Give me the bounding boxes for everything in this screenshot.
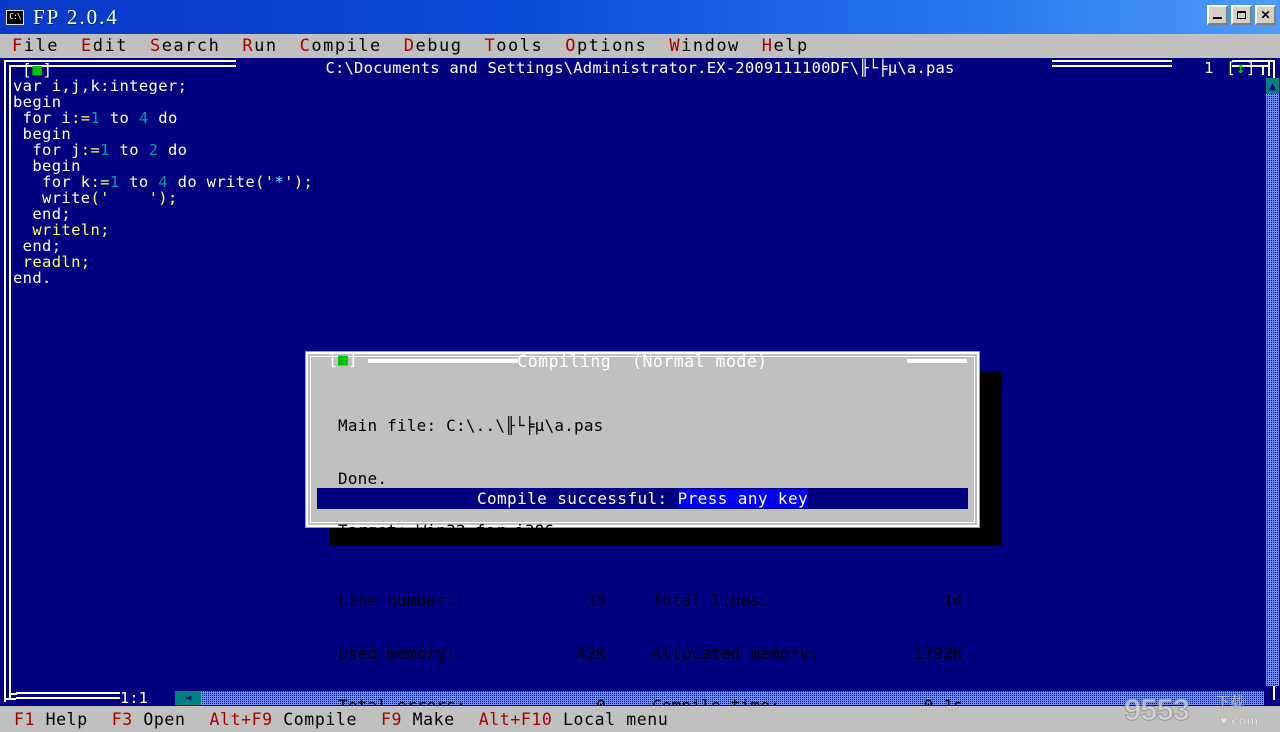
compiling-dialog: [■] Compiling (Normal mode) Main file: C…	[305, 350, 980, 714]
code-line: for k:=1 to 4 do write('*');	[13, 174, 1260, 190]
fp-ide-window: C:\ FP 2.0.4 ✕ File Edit Search Run Comp…	[0, 0, 1280, 732]
menu-item-help[interactable]: Help	[762, 36, 809, 56]
window-titlebar: C:\ FP 2.0.4 ✕	[0, 0, 1280, 34]
menu-item-file[interactable]: File	[12, 36, 59, 56]
scroll-up-arrow-icon[interactable]: ▲	[1266, 78, 1279, 94]
editor-resize-box[interactable]: [↕]	[1226, 59, 1256, 77]
editor-close-box[interactable]: [■]	[22, 60, 53, 79]
code-token: do	[148, 109, 178, 127]
code-token: :=	[71, 109, 91, 127]
close-button[interactable]: ✕	[1255, 5, 1276, 25]
menu-item-run[interactable]: Run	[242, 36, 277, 56]
statusbar-item-open[interactable]: F3 Open	[112, 710, 186, 729]
menu-item-debug[interactable]: Debug	[404, 36, 463, 56]
menu-item-options[interactable]: Options	[565, 36, 647, 56]
cursor-position-indicator: 1:1	[120, 689, 148, 707]
used-memory-value: 42K	[576, 643, 606, 663]
code-token: to	[109, 141, 149, 159]
main-file-value: C:\..\╟└╞µ\a.pas	[446, 416, 604, 435]
code-line: var i,j,k:integer;	[13, 78, 1260, 94]
menu-bar: File Edit Search Run Compile Debug Tools…	[0, 34, 1280, 58]
code-token: ');	[148, 189, 178, 207]
code-line: begin	[13, 158, 1260, 174]
code-line: for i:=1 to 4 do	[13, 110, 1260, 126]
statusbar-item-local-menu[interactable]: Alt+F10 Local menu	[479, 710, 669, 729]
code-line: end;	[13, 238, 1260, 254]
dialog-stats-row-2: Used memory: 42K Allocated memory: 1792K	[338, 643, 963, 663]
code-line: begin	[13, 94, 1260, 110]
minimize-button[interactable]	[1207, 5, 1228, 25]
status-highlight: Press any key	[677, 489, 809, 508]
code-token: do	[158, 141, 188, 159]
menu-item-tools[interactable]: Tools	[484, 36, 543, 56]
code-token: 2	[148, 141, 159, 159]
line-number-label: Line number:	[338, 591, 456, 610]
dialog-stats-row-1: Line number: 15 Total lines: 14	[338, 592, 963, 610]
code-token: 4	[138, 109, 149, 127]
vertical-scrollbar[interactable]	[1266, 78, 1279, 686]
menu-item-search[interactable]: Search	[150, 36, 220, 56]
editor-file-path: C:\Documents and Settings\Administrator.…	[325, 59, 955, 77]
line-number-value: 15	[586, 591, 606, 610]
menu-item-window[interactable]: Window	[669, 36, 739, 56]
dialog-main-file-row: Main file: C:\..\╟└╞µ\a.pas	[338, 417, 963, 435]
code-line: begin	[13, 126, 1260, 142]
code-token: to	[100, 109, 139, 127]
code-line: for j:=1 to 2 do	[13, 142, 1260, 158]
code-token: ('	[255, 173, 275, 191]
code-token: :=	[80, 141, 101, 159]
window-title: FP 2.0.4	[33, 4, 119, 29]
editor-window-number: 1	[1204, 59, 1214, 77]
console-icon-glyph: C:\	[9, 12, 21, 21]
maximize-button[interactable]	[1231, 5, 1252, 25]
code-line: end;	[13, 206, 1260, 222]
code-token: 1	[90, 109, 101, 127]
code-line: end.	[13, 270, 1260, 286]
code-token: *	[274, 173, 285, 191]
total-lines-label: Total lines:	[652, 591, 770, 610]
dialog-status-bar: Compile successful: Press any key	[317, 488, 968, 509]
code-token: 1	[100, 141, 110, 159]
total-lines-value: 14	[943, 591, 963, 610]
statusbar-item-compile[interactable]: Alt+F9 Compile	[210, 710, 357, 729]
statusbar-item-make[interactable]: F9 Make	[381, 710, 455, 729]
dialog-body: Main file: C:\..\╟└╞µ\a.pas Done. Target…	[338, 382, 963, 732]
window-buttons: ✕	[1207, 5, 1276, 25]
scroll-left-arrow-icon[interactable]: ◄	[175, 691, 201, 705]
dialog-title: Compiling (Normal mode)	[517, 351, 768, 371]
code-line: readln;	[13, 254, 1260, 270]
allocated-memory-label: Allocated memory:	[652, 643, 820, 663]
code-token: end.	[13, 269, 52, 287]
status-prefix: Compile successful:	[476, 489, 678, 508]
code-token: ');	[284, 173, 314, 191]
console-icon: C:\	[6, 9, 24, 25]
main-file-label: Main file:	[338, 416, 447, 435]
statusbar-item-help[interactable]: F1 Help	[14, 710, 88, 729]
allocated-memory-value: 1792K	[913, 643, 963, 663]
editor-titlebar: [■] C:\Documents and Settings\Administra…	[0, 58, 1280, 79]
status-bar: F1 Help F3 Open Alt+F9 Compile F9 Make A…	[0, 706, 1280, 732]
code-token: do write	[167, 173, 256, 191]
dialog-done-text: Done.	[338, 468, 388, 488]
menu-item-compile[interactable]: Compile	[300, 36, 382, 56]
code-line: writeln;	[13, 222, 1260, 238]
code-line: write(' ');	[13, 190, 1260, 206]
used-memory-label: Used memory:	[338, 643, 456, 663]
ide-desktop: [■] C:\Documents and Settings\Administra…	[0, 58, 1280, 714]
menu-item-edit[interactable]: Edit	[81, 36, 128, 56]
code-token: ('	[90, 189, 110, 207]
dialog-target-text: Target: Win32 for i386	[338, 521, 555, 540]
